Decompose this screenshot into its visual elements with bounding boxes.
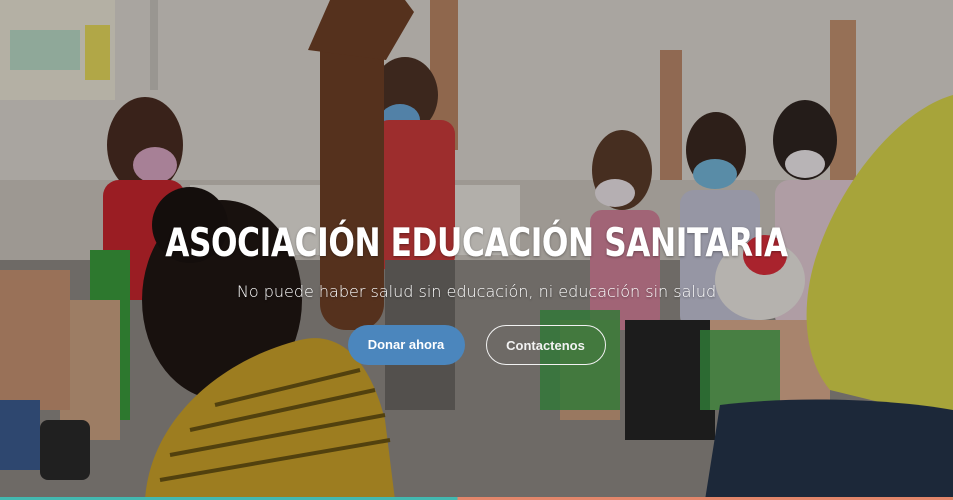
page-title: ASOCIACIÓN EDUCACIÓN SANITARIA xyxy=(165,221,788,266)
page-subtitle: No puede haber salud sin educación, ni e… xyxy=(236,282,717,301)
donate-button[interactable]: Donar ahora xyxy=(347,325,465,365)
contact-button[interactable]: Contactenos xyxy=(485,325,606,365)
hero-content: ASOCIACIÓN EDUCACIÓN SANITARIA No puede … xyxy=(0,218,953,302)
hero-buttons: Donar ahora Contactenos xyxy=(0,325,953,365)
hero-section: ASOCIACIÓN EDUCACIÓN SANITARIA No puede … xyxy=(0,0,953,500)
